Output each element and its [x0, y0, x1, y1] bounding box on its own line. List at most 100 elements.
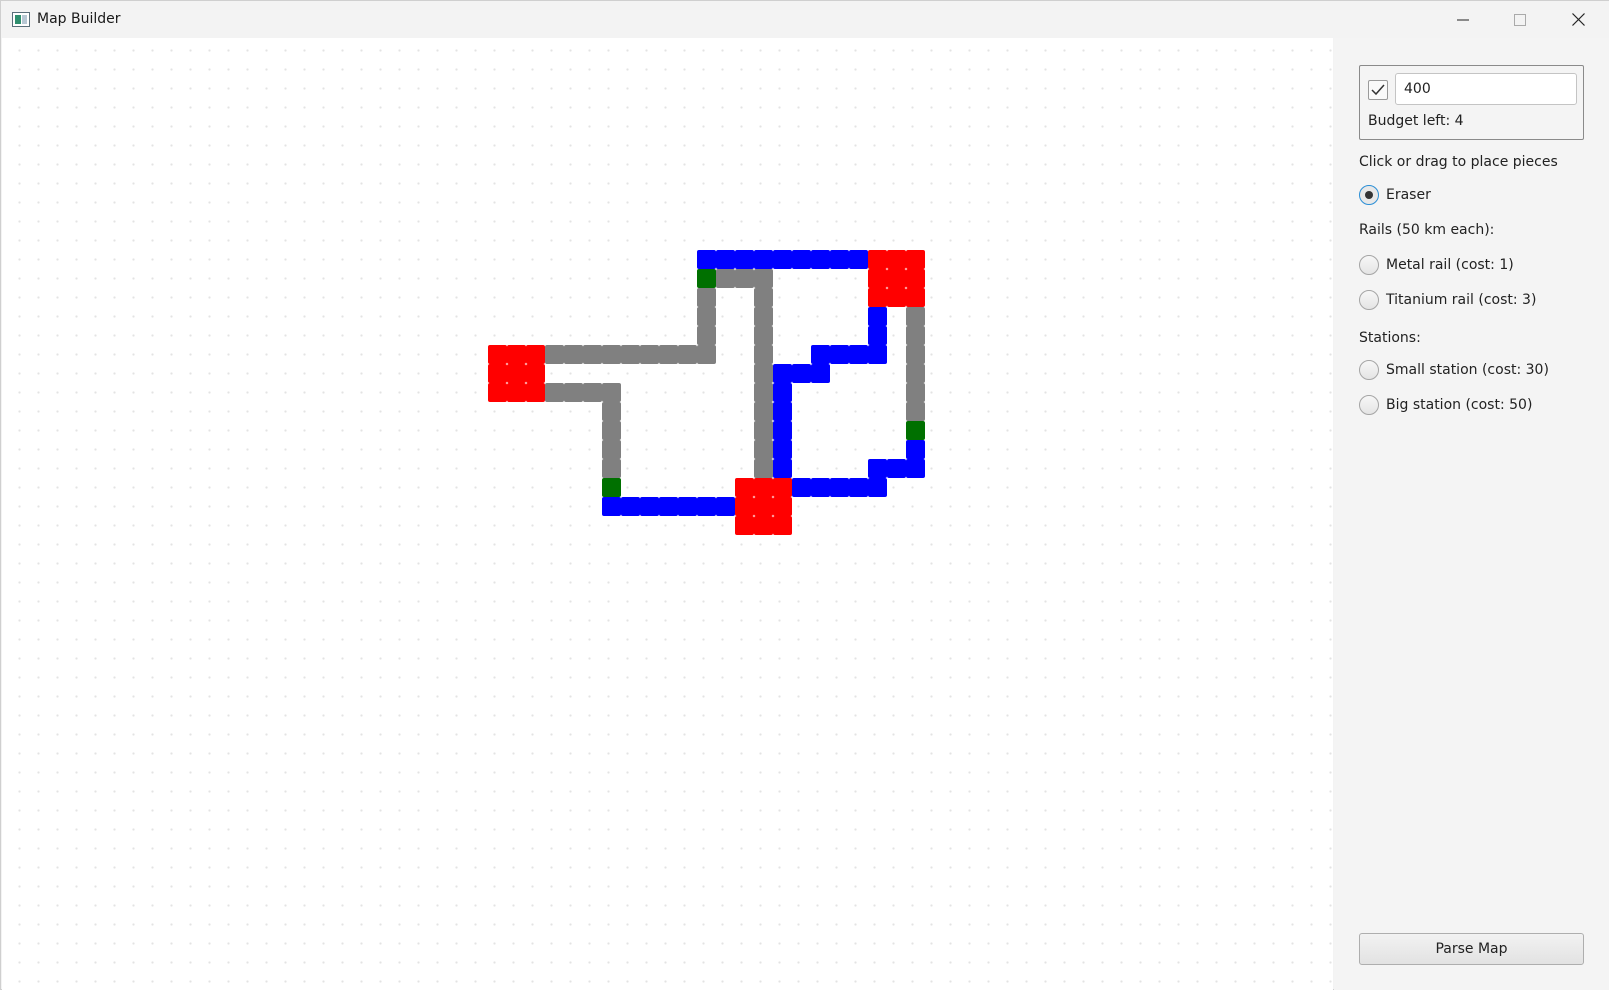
titanium-rail-piece[interactable]: [659, 497, 678, 516]
big-station-piece[interactable]: [526, 364, 545, 383]
titanium-rail-piece[interactable]: [697, 497, 716, 516]
titanium-rail-piece[interactable]: [868, 345, 887, 364]
metal-rail-radio[interactable]: [1359, 255, 1379, 275]
metal-rail-option[interactable]: Metal rail (cost: 1): [1359, 255, 1514, 275]
titanium-rail-piece[interactable]: [602, 497, 621, 516]
metal-rail-piece[interactable]: [697, 326, 716, 345]
big-station-piece[interactable]: [488, 345, 507, 364]
eraser-option[interactable]: Eraser: [1359, 185, 1431, 205]
metal-rail-piece[interactable]: [754, 326, 773, 345]
budget-input[interactable]: [1395, 73, 1577, 105]
map-grid[interactable]: [2, 38, 1333, 990]
big-station-piece[interactable]: [488, 383, 507, 402]
metal-rail-piece[interactable]: [754, 364, 773, 383]
small-station-radio[interactable]: [1359, 360, 1379, 380]
eraser-radio[interactable]: [1359, 185, 1379, 205]
metal-rail-piece[interactable]: [906, 326, 925, 345]
big-station-piece[interactable]: [507, 364, 526, 383]
big-station-piece[interactable]: [887, 269, 906, 288]
titanium-rail-piece[interactable]: [697, 250, 716, 269]
maximize-button[interactable]: [1491, 1, 1549, 38]
titanium-rail-piece[interactable]: [773, 421, 792, 440]
big-station-piece[interactable]: [868, 288, 887, 307]
metal-rail-piece[interactable]: [564, 345, 583, 364]
big-station-piece[interactable]: [526, 383, 545, 402]
metal-rail-piece[interactable]: [906, 307, 925, 326]
titanium-rail-piece[interactable]: [830, 478, 849, 497]
titanium-rail-piece[interactable]: [792, 364, 811, 383]
titanium-rail-piece[interactable]: [849, 250, 868, 269]
metal-rail-piece[interactable]: [602, 459, 621, 478]
titanium-rail-option[interactable]: Titanium rail (cost: 3): [1359, 290, 1536, 310]
titanium-rail-piece[interactable]: [868, 307, 887, 326]
big-station-piece[interactable]: [735, 478, 754, 497]
metal-rail-piece[interactable]: [906, 345, 925, 364]
big-station-piece[interactable]: [754, 497, 773, 516]
titanium-rail-piece[interactable]: [811, 345, 830, 364]
metal-rail-piece[interactable]: [545, 383, 564, 402]
title-bar[interactable]: Map Builder: [1, 1, 1609, 38]
titanium-rail-piece[interactable]: [830, 250, 849, 269]
big-station-piece[interactable]: [754, 516, 773, 535]
map-canvas[interactable]: [2, 38, 1333, 990]
metal-rail-piece[interactable]: [564, 383, 583, 402]
titanium-rail-piece[interactable]: [811, 364, 830, 383]
metal-rail-piece[interactable]: [697, 288, 716, 307]
metal-rail-piece[interactable]: [659, 345, 678, 364]
titanium-rail-piece[interactable]: [811, 478, 830, 497]
budget-checkbox[interactable]: [1368, 80, 1388, 100]
metal-rail-piece[interactable]: [754, 383, 773, 402]
metal-rail-piece[interactable]: [545, 345, 564, 364]
titanium-rail-piece[interactable]: [678, 497, 697, 516]
minimize-button[interactable]: [1434, 1, 1492, 38]
titanium-rail-piece[interactable]: [868, 459, 887, 478]
titanium-rail-piece[interactable]: [773, 402, 792, 421]
metal-rail-piece[interactable]: [754, 269, 773, 288]
big-station-piece[interactable]: [488, 364, 507, 383]
metal-rail-piece[interactable]: [754, 421, 773, 440]
metal-rail-piece[interactable]: [754, 288, 773, 307]
titanium-rail-piece[interactable]: [830, 345, 849, 364]
metal-rail-piece[interactable]: [906, 402, 925, 421]
big-station-piece[interactable]: [773, 497, 792, 516]
titanium-rail-piece[interactable]: [811, 250, 830, 269]
titanium-rail-piece[interactable]: [849, 478, 868, 497]
metal-rail-piece[interactable]: [754, 402, 773, 421]
metal-rail-piece[interactable]: [602, 383, 621, 402]
metal-rail-piece[interactable]: [754, 459, 773, 478]
big-station-piece[interactable]: [754, 478, 773, 497]
close-button[interactable]: [1549, 1, 1607, 38]
titanium-rail-radio[interactable]: [1359, 290, 1379, 310]
metal-rail-piece[interactable]: [602, 345, 621, 364]
big-station-piece[interactable]: [887, 250, 906, 269]
metal-rail-piece[interactable]: [697, 307, 716, 326]
titanium-rail-piece[interactable]: [849, 345, 868, 364]
metal-rail-piece[interactable]: [906, 364, 925, 383]
titanium-rail-piece[interactable]: [773, 383, 792, 402]
big-station-piece[interactable]: [526, 345, 545, 364]
titanium-rail-piece[interactable]: [773, 364, 792, 383]
metal-rail-piece[interactable]: [602, 421, 621, 440]
big-station-piece[interactable]: [868, 269, 887, 288]
metal-rail-piece[interactable]: [716, 269, 735, 288]
metal-rail-piece[interactable]: [754, 345, 773, 364]
metal-rail-piece[interactable]: [621, 345, 640, 364]
metal-rail-piece[interactable]: [640, 345, 659, 364]
titanium-rail-piece[interactable]: [868, 478, 887, 497]
big-station-piece[interactable]: [773, 478, 792, 497]
big-station-radio[interactable]: [1359, 395, 1379, 415]
titanium-rail-piece[interactable]: [868, 326, 887, 345]
titanium-rail-piece[interactable]: [621, 497, 640, 516]
titanium-rail-piece[interactable]: [773, 250, 792, 269]
big-station-option[interactable]: Big station (cost: 50): [1359, 395, 1532, 415]
titanium-rail-piece[interactable]: [716, 250, 735, 269]
big-station-piece[interactable]: [868, 250, 887, 269]
metal-rail-piece[interactable]: [906, 383, 925, 402]
big-station-piece[interactable]: [773, 516, 792, 535]
big-station-piece[interactable]: [735, 497, 754, 516]
big-station-piece[interactable]: [507, 345, 526, 364]
big-station-piece[interactable]: [906, 288, 925, 307]
titanium-rail-piece[interactable]: [754, 250, 773, 269]
metal-rail-piece[interactable]: [754, 440, 773, 459]
parse-map-button[interactable]: Parse Map: [1359, 933, 1584, 965]
